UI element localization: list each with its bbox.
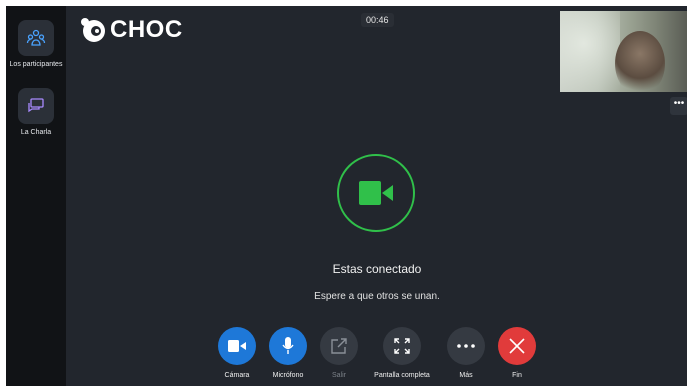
sidebar: Los participantes La Charla <box>6 6 66 386</box>
bear-logo-icon <box>81 18 105 42</box>
end-call-button[interactable]: Fin <box>482 327 552 379</box>
control-label: Salir <box>331 372 346 379</box>
control-label: Pantalla completa <box>374 372 430 379</box>
control-label: Más <box>459 372 473 379</box>
microphone-button-circle <box>269 327 307 365</box>
video-camera-icon <box>228 340 246 352</box>
microphone-icon <box>282 337 294 354</box>
call-timer: 00:46 <box>361 13 394 27</box>
end-call-icon <box>509 338 525 354</box>
camera-button-circle <box>218 327 256 365</box>
logo-text: CHOC <box>110 16 183 43</box>
self-video-preview[interactable] <box>560 11 687 92</box>
share-out-icon <box>331 338 347 354</box>
fullscreen-icon <box>394 338 410 354</box>
participants-icon <box>18 20 54 56</box>
camera-status-indicator <box>337 154 415 232</box>
exit-share-button[interactable]: Salir <box>304 327 374 379</box>
exit-share-button-circle <box>320 327 358 365</box>
sidebar-item-label: Los participantes <box>9 61 63 68</box>
app-logo: CHOC <box>80 16 183 44</box>
video-call-window: Los participantes La Charla CHOC 00:46 •… <box>6 6 687 386</box>
connection-status-title: Estas conectado <box>332 262 422 276</box>
chat-icon <box>18 88 54 124</box>
waiting-hint: Espere a que otros se unan. <box>314 291 440 302</box>
more-icon <box>457 344 475 348</box>
control-label: Micrófono <box>272 372 304 379</box>
sidebar-item-chat[interactable]: La Charla <box>6 88 66 137</box>
preview-options-button[interactable]: ••• <box>670 97 687 115</box>
control-label: Fin <box>512 372 522 379</box>
end-call-button-circle <box>498 327 536 365</box>
sidebar-item-label: La Charla <box>20 129 52 136</box>
fullscreen-button[interactable]: Pantalla completa <box>367 327 437 379</box>
video-camera-icon <box>359 181 393 205</box>
more-button-circle <box>447 327 485 365</box>
control-label: Cámara <box>224 372 250 379</box>
fullscreen-button-circle <box>383 327 421 365</box>
sidebar-item-participants[interactable]: Los participantes <box>6 20 66 69</box>
